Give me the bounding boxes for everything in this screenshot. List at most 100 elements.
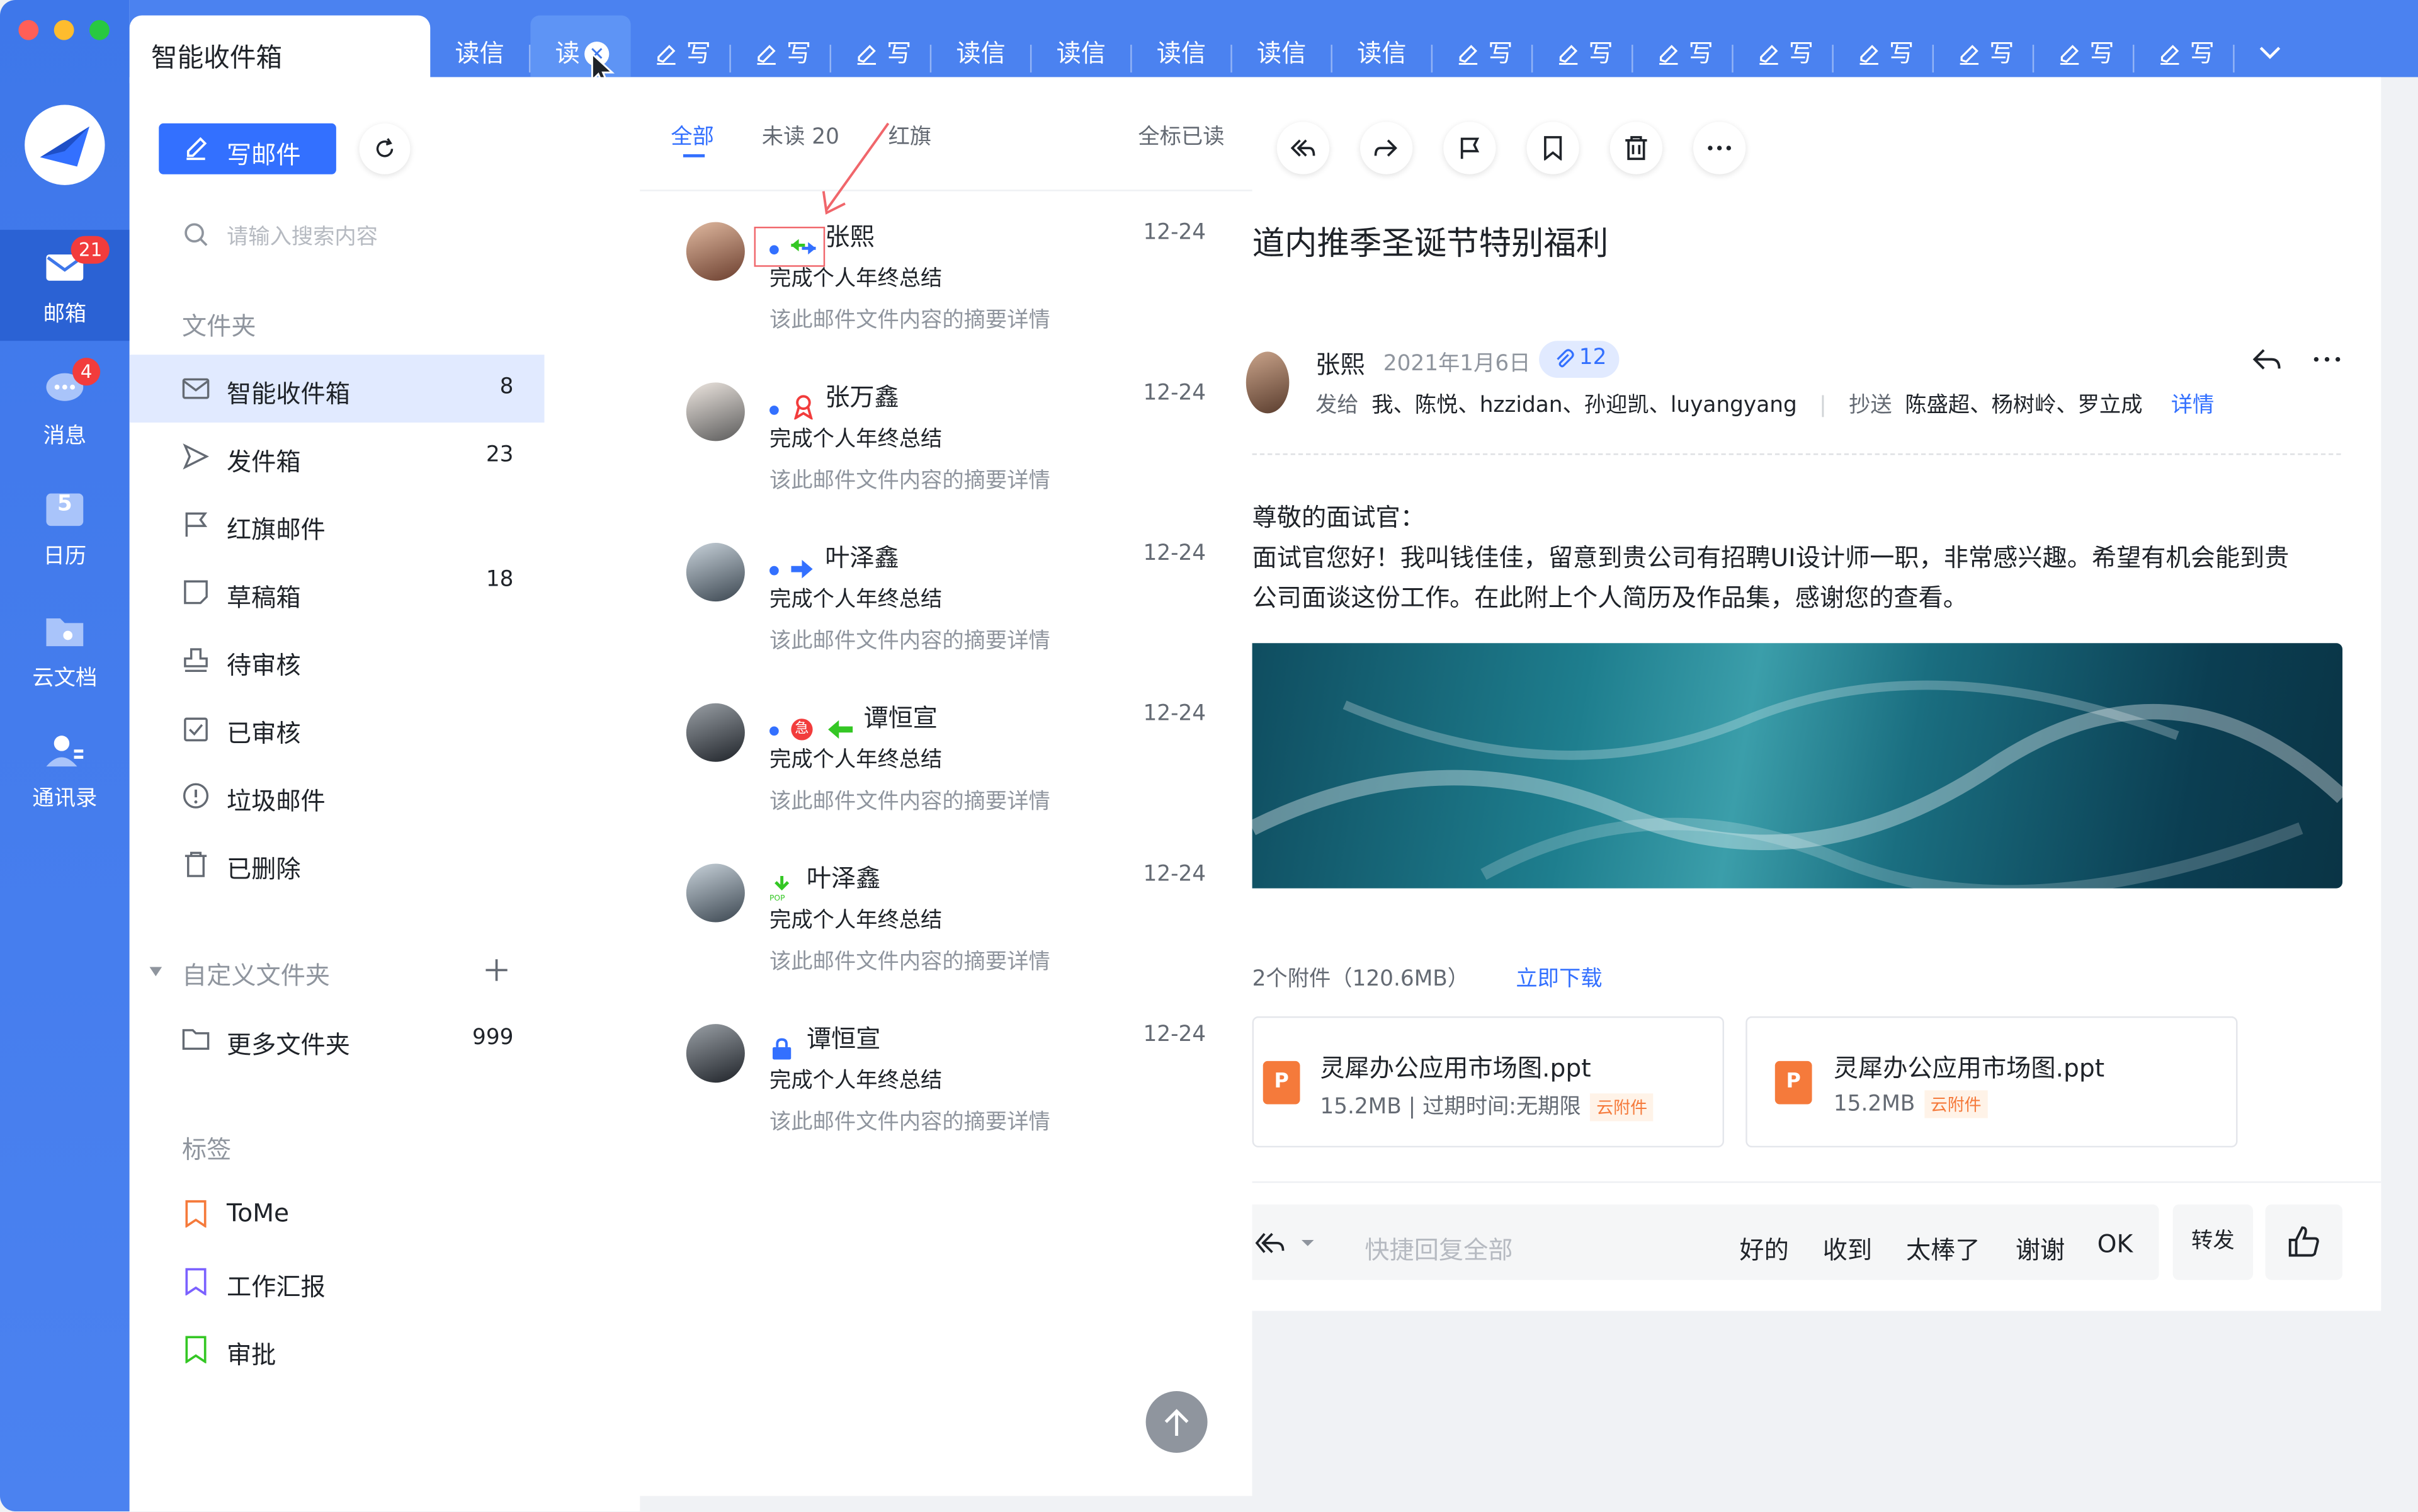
reply-icon[interactable]	[2252, 347, 2283, 372]
tab-2[interactable]: 写	[631, 15, 731, 77]
download-all-link[interactable]: 立即下载	[1516, 962, 1602, 993]
reply-all-button[interactable]	[1276, 122, 1330, 174]
tab-14[interactable]: 写	[1834, 15, 1934, 77]
ppt-file-icon: P	[1263, 1060, 1300, 1105]
flag-button[interactable]	[1443, 122, 1496, 174]
tab-smart-inbox[interactable]: 智能收件箱	[129, 15, 431, 84]
rail-messages[interactable]: 4 消息	[0, 351, 130, 462]
mail-date: 12-24	[1143, 380, 1206, 406]
more-button[interactable]	[1693, 122, 1746, 174]
tab-10[interactable]: 写	[1433, 15, 1533, 77]
quick-reply-okay[interactable]: OK	[2097, 1229, 2133, 1259]
tab-3[interactable]: 写	[731, 15, 832, 77]
pop-label: POP	[769, 894, 785, 904]
mail-list-item[interactable]: 急 谭恒宣 12-24 完成个人年终总结 该此邮件文件内容的摘要详情	[640, 679, 1252, 839]
tag-item-2[interactable]: 审批	[130, 1316, 545, 1384]
mark-all-read-button[interactable]: 全标已读	[1138, 120, 1224, 151]
caret-down-icon[interactable]	[1300, 1239, 1315, 1248]
chevron-down-icon[interactable]	[2257, 43, 2282, 62]
rail-calendar[interactable]: 5 日历	[0, 472, 130, 583]
pen-icon	[1960, 45, 1979, 65]
tab-4[interactable]: 写	[831, 15, 932, 77]
mail-date: 12-24	[1143, 1022, 1206, 1047]
reader-sender[interactable]: 张熙	[1315, 344, 1365, 381]
approved-icon	[184, 717, 208, 742]
quick-reply-thanks[interactable]: 谢谢	[2016, 1229, 2065, 1266]
folder-item-3[interactable]: 草稿箱 18	[130, 559, 545, 627]
compose-button[interactable]: 写邮件	[159, 123, 336, 174]
details-link[interactable]: 详情	[2171, 393, 2215, 418]
tab-8[interactable]: 读信	[1232, 15, 1332, 77]
attachment-meta: 15.2MB	[1833, 1091, 1916, 1117]
tag-item-0[interactable]: ToMe	[130, 1179, 545, 1248]
more-options-icon[interactable]	[2313, 356, 2341, 363]
tab-read-active[interactable]: 读 ✕	[530, 15, 631, 86]
rail-contacts[interactable]: 通讯录	[0, 714, 130, 825]
tab-17[interactable]: 写	[2134, 15, 2235, 77]
mail-summary: 该此邮件文件内容的摘要详情	[769, 308, 1050, 333]
delete-button[interactable]	[1609, 122, 1663, 174]
like-button[interactable]	[2265, 1204, 2343, 1280]
mail-list-item[interactable]: 谭恒宣 12-24 完成个人年终总结 该此邮件文件内容的摘要详情	[640, 999, 1252, 1160]
cc-list[interactable]: 陈盛超、杨树岭、罗立成	[1905, 393, 2142, 418]
folder-item-6[interactable]: 垃圾邮件	[130, 762, 545, 830]
back-to-top-button[interactable]	[1145, 1390, 1208, 1453]
pen-icon	[2060, 45, 2079, 65]
folder-item-0[interactable]: 智能收件箱 8	[129, 355, 545, 423]
mail-list-item[interactable]: 叶泽鑫 12-24 完成个人年终总结 该此邮件文件内容的摘要详情	[640, 518, 1252, 679]
tab-read-1[interactable]: 读信	[430, 15, 531, 77]
attachment-card-2[interactable]: P 灵犀办公应用市场图.ppt 15.2MB 云附件	[1745, 1016, 2238, 1148]
folder-item-7[interactable]: 已删除	[130, 830, 545, 898]
mail-list-item[interactable]: POP 叶泽鑫 12-24 完成个人年终总结 该此邮件文件内容的摘要详情	[640, 839, 1252, 999]
tab-16[interactable]: 写	[2034, 15, 2135, 77]
tab-7[interactable]: 读信	[1132, 15, 1232, 77]
list-tab-all[interactable]: 全部	[671, 120, 714, 151]
avatar	[686, 863, 745, 923]
replied-arrow-icon	[828, 720, 853, 739]
folder-label: 草稿箱	[227, 583, 301, 613]
rail-docs[interactable]: 云文档	[0, 594, 130, 705]
more-icon	[1708, 145, 1732, 151]
attachment-count-badge[interactable]: 12	[1539, 341, 1620, 378]
app-logo	[25, 105, 105, 185]
tab-9[interactable]: 读信	[1332, 15, 1433, 77]
quick-reply-great[interactable]: 太棒了	[1906, 1229, 1980, 1266]
tab-6[interactable]: 读信	[1031, 15, 1132, 77]
folder-item-4[interactable]: 待审核	[130, 626, 545, 694]
folder-more[interactable]: 更多文件夹 999	[130, 1006, 545, 1074]
mail-subject: 完成个人年终总结	[769, 427, 943, 452]
refresh-button[interactable]	[359, 123, 411, 174]
mail-date: 12-24	[1143, 541, 1206, 566]
folder-label: 垃圾邮件	[227, 786, 326, 816]
tab-13[interactable]: 写	[1734, 15, 1834, 77]
maximize-window-button[interactable]	[89, 20, 110, 40]
collapse-caret-icon[interactable]	[148, 965, 163, 978]
ribbon-icon	[793, 395, 813, 420]
search-input[interactable]: 请输入搜索内容	[159, 208, 516, 259]
mail-list-item[interactable]: 张熙 12-24 完成个人年终总结 该此邮件文件内容的摘要详情	[640, 197, 1252, 358]
lock-icon	[772, 1038, 792, 1060]
bookmark-button[interactable]	[1526, 122, 1579, 174]
folder-item-5[interactable]: 已审核	[130, 694, 545, 762]
add-folder-icon[interactable]	[484, 958, 509, 982]
quick-reply-received[interactable]: 收到	[1823, 1229, 1872, 1266]
reply-all-icon[interactable]	[1255, 1231, 1286, 1255]
to-list[interactable]: 我、陈悦、hzzidan、孙迎凯、luyangyang	[1371, 393, 1796, 418]
close-window-button[interactable]	[18, 20, 39, 40]
attachment-card-1[interactable]: P 灵犀办公应用市场图.ppt 15.2MB | 过期时间:无期限 云附件	[1252, 1016, 1724, 1148]
tab-15[interactable]: 写	[1934, 15, 2035, 77]
rail-mail[interactable]: 21 邮箱	[0, 229, 130, 341]
list-tab-flag[interactable]: 红旗	[888, 120, 932, 151]
tab-11[interactable]: 写	[1533, 15, 1633, 77]
minimize-window-button[interactable]	[54, 20, 74, 40]
folder-item-1[interactable]: 发件箱 23	[130, 423, 545, 491]
tab-12[interactable]: 写	[1633, 15, 1734, 77]
mail-list-item[interactable]: 张万鑫 12-24 完成个人年终总结 该此邮件文件内容的摘要详情	[640, 358, 1252, 518]
quick-reply-ok[interactable]: 好的	[1739, 1229, 1788, 1266]
quick-forward-button[interactable]: 转发	[2172, 1204, 2253, 1280]
tab-5[interactable]: 读信	[931, 15, 1032, 77]
folder-item-2[interactable]: 红旗邮件	[130, 491, 545, 559]
tag-item-1[interactable]: 工作汇报	[130, 1248, 545, 1316]
forward-button[interactable]	[1360, 122, 1413, 174]
tab-smart-inbox-label: 智能收件箱	[151, 43, 283, 74]
